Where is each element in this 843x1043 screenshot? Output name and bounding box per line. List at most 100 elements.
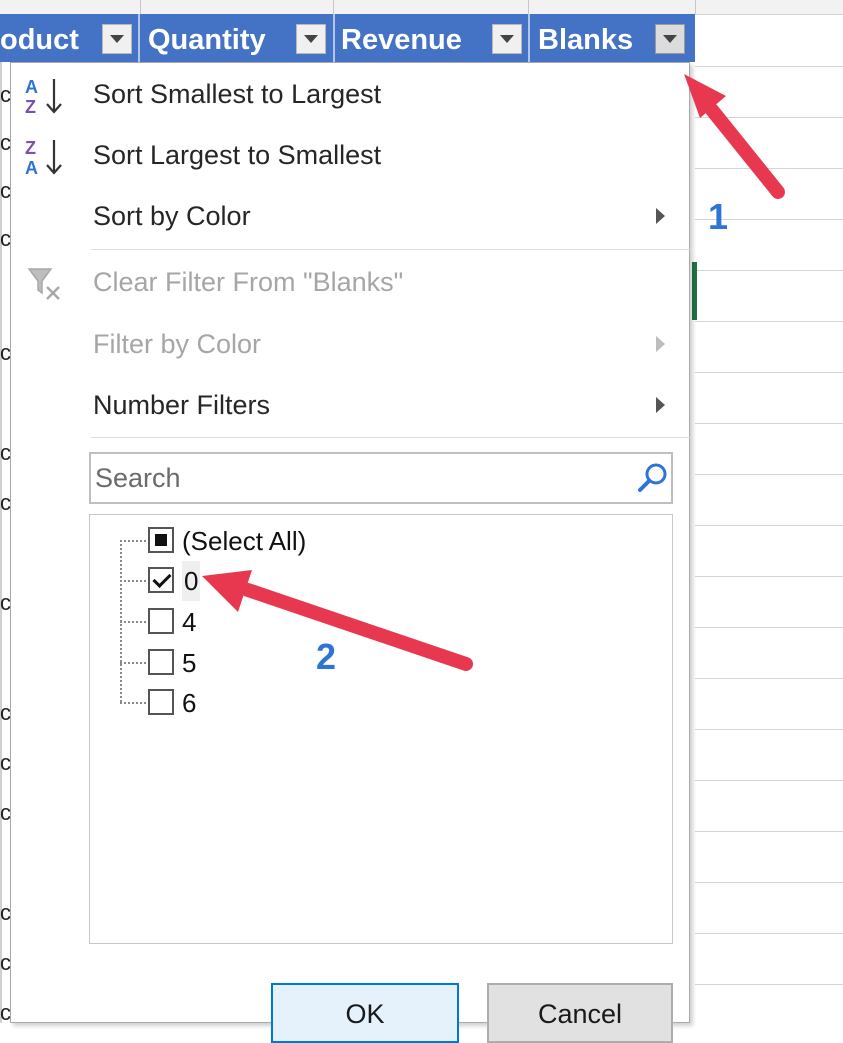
list-item-select-all[interactable]: (Select All) bbox=[120, 521, 520, 561]
header-blanks[interactable]: Blanks bbox=[538, 14, 648, 62]
grid-line bbox=[695, 525, 843, 526]
tree-branch bbox=[120, 540, 146, 542]
grid-line bbox=[695, 729, 843, 730]
search-input[interactable] bbox=[91, 454, 625, 502]
filter-dropdown-quantity-button[interactable] bbox=[296, 24, 326, 54]
product-cell-fragment: c bbox=[0, 178, 10, 203]
product-cell-fragment: c bbox=[0, 900, 10, 925]
filter-values-list[interactable]: (Select All) 0 4 5 6 bbox=[89, 514, 673, 944]
number-filters-label: Number Filters bbox=[93, 390, 271, 420]
filter-dropdown-blanks-button[interactable] bbox=[655, 24, 685, 54]
grid-line bbox=[695, 117, 843, 118]
filter-dropdown-revenue-button[interactable] bbox=[492, 24, 522, 54]
tree-branch bbox=[120, 702, 146, 704]
product-cell-fragment: c bbox=[0, 340, 10, 365]
product-cell-fragment: c bbox=[0, 82, 10, 107]
clear-filter-label: Clear Filter From "Blanks" bbox=[93, 267, 404, 297]
table-header-row: oduct Quantity Revenue Blanks bbox=[0, 14, 695, 62]
column-separator bbox=[695, 0, 696, 14]
tree-branch bbox=[120, 580, 146, 582]
product-cell-fragment: c bbox=[0, 950, 10, 975]
clear-filter-icon bbox=[27, 268, 60, 300]
cancel-button[interactable]: Cancel bbox=[487, 983, 673, 1043]
submenu-arrow-icon bbox=[656, 336, 665, 352]
header-quantity[interactable]: Quantity bbox=[148, 14, 288, 62]
grid-line bbox=[695, 882, 843, 883]
product-cell-fragment: c bbox=[0, 590, 10, 615]
column-separator bbox=[140, 0, 141, 14]
value-label: 5 bbox=[182, 648, 197, 678]
product-cell-fragment: c bbox=[0, 130, 10, 155]
value-checkbox[interactable] bbox=[148, 689, 174, 715]
autofilter-dropdown: A Z Sort Smallest to Largest Z A Sort La… bbox=[10, 62, 691, 1043]
grid-line bbox=[695, 984, 843, 985]
sort-by-color-item[interactable]: Sort by Color bbox=[11, 187, 689, 245]
submenu-arrow-icon bbox=[656, 208, 665, 224]
product-cell-fragment: c bbox=[0, 750, 10, 775]
filter-by-color-label: Filter by Color bbox=[93, 329, 262, 359]
product-cell-fragment: c bbox=[0, 490, 10, 515]
menu-separator bbox=[91, 437, 691, 438]
step-number-2: 2 bbox=[316, 636, 337, 677]
value-label: 4 bbox=[182, 607, 197, 637]
grid-line bbox=[695, 423, 843, 424]
list-item-0[interactable]: 0 bbox=[120, 561, 520, 601]
svg-text:A: A bbox=[25, 77, 38, 97]
sort-ascending-item[interactable]: A Z Sort Smallest to Largest bbox=[11, 65, 689, 123]
product-cell-fragment: c bbox=[0, 1000, 10, 1025]
tree-branch bbox=[120, 662, 146, 664]
sort-ascending-label: Sort Smallest to Largest bbox=[93, 79, 382, 109]
select-all-checkbox[interactable] bbox=[148, 527, 174, 553]
grid-line bbox=[695, 576, 843, 577]
svg-text:Z: Z bbox=[25, 138, 36, 158]
sort-descending-label: Sort Largest to Smallest bbox=[93, 140, 382, 170]
sort-descending-item[interactable]: Z A Sort Largest to Smallest bbox=[11, 126, 689, 184]
grid-line bbox=[695, 66, 843, 67]
grid-line bbox=[695, 270, 843, 271]
svg-text:Z: Z bbox=[25, 97, 36, 117]
number-filters-item[interactable]: Number Filters bbox=[11, 376, 689, 434]
grid-line bbox=[695, 321, 843, 322]
grid-line bbox=[695, 678, 843, 679]
grid-line bbox=[695, 780, 843, 781]
product-cell-fragment: c bbox=[0, 440, 10, 465]
product-cell-fragment: c bbox=[0, 226, 10, 251]
value-checkbox[interactable] bbox=[148, 608, 174, 634]
active-cell-border bbox=[692, 262, 697, 320]
filter-dropdown-product-button[interactable] bbox=[102, 24, 132, 54]
sort-ascending-icon: A Z bbox=[25, 77, 62, 117]
filter-by-color-item: Filter by Color bbox=[11, 315, 689, 373]
product-cell-fragment: c bbox=[0, 800, 10, 825]
header-product[interactable]: oduct bbox=[0, 14, 100, 62]
header-divider bbox=[528, 14, 530, 62]
clear-filter-item: Clear Filter From "Blanks" bbox=[11, 253, 689, 311]
svg-text:A: A bbox=[25, 158, 38, 178]
grid-line bbox=[695, 627, 843, 628]
grid-line bbox=[695, 168, 843, 169]
value-label: 6 bbox=[182, 688, 197, 718]
search-box[interactable] bbox=[89, 452, 673, 504]
menu-separator bbox=[91, 249, 691, 250]
product-cell-fragment: c bbox=[0, 700, 10, 725]
tree-branch bbox=[120, 621, 146, 623]
grid-line bbox=[695, 933, 843, 934]
column-separator bbox=[528, 0, 529, 14]
column-letters-strip bbox=[0, 0, 843, 15]
value-label: 0 bbox=[182, 561, 201, 601]
value-checkbox[interactable] bbox=[148, 567, 174, 593]
ok-button[interactable]: OK bbox=[271, 983, 459, 1043]
column-separator bbox=[333, 0, 334, 14]
sheet-left-edge bbox=[0, 62, 2, 1023]
sort-descending-icon: Z A bbox=[25, 138, 62, 178]
grid-line bbox=[695, 474, 843, 475]
value-checkbox[interactable] bbox=[148, 649, 174, 675]
grid-line bbox=[695, 831, 843, 832]
step-number-1: 1 bbox=[708, 196, 729, 237]
header-revenue[interactable]: Revenue bbox=[341, 14, 486, 62]
search-icon[interactable] bbox=[635, 460, 671, 496]
list-item-6[interactable]: 6 bbox=[120, 683, 520, 723]
submenu-arrow-icon bbox=[656, 397, 665, 413]
sort-by-color-label: Sort by Color bbox=[93, 201, 251, 231]
select-all-label: (Select All) bbox=[182, 526, 307, 556]
annotation-arrow-1 bbox=[684, 74, 785, 199]
